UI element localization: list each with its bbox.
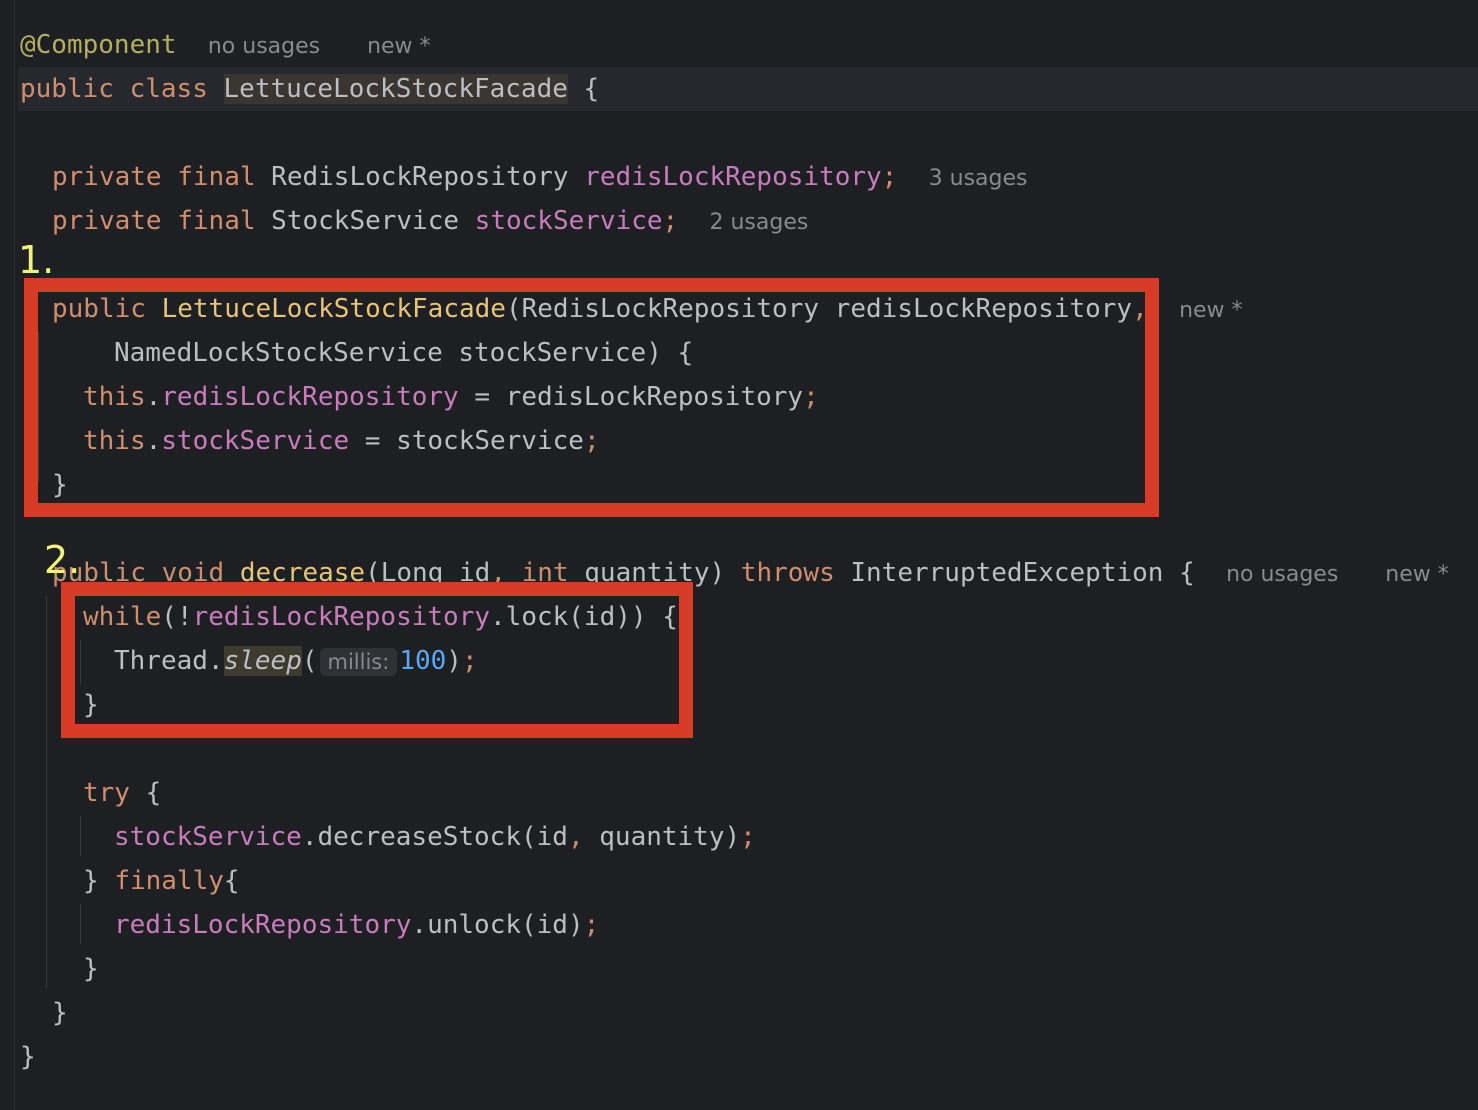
keyword-throws: throws (740, 558, 835, 588)
code-line-method-close[interactable]: } (52, 991, 68, 1035)
brace: { (129, 778, 162, 808)
author-hint[interactable]: new * (367, 34, 430, 59)
semicolon: ; (583, 910, 600, 940)
call-args: quantity) (583, 822, 741, 852)
semicolon: ; (740, 822, 756, 852)
keyword-public: public (20, 74, 114, 104)
brace: { (223, 866, 240, 896)
type-name: StockService (271, 206, 460, 236)
keyword-final: final (177, 162, 256, 192)
code-line-decrease-stock[interactable]: stockService.decreaseStock(id, quantity)… (114, 815, 756, 859)
brace: } (52, 998, 68, 1028)
code-line-annotation[interactable]: @Component no usages new * (20, 23, 431, 67)
field-ref: stockService (114, 822, 302, 852)
gutter-divider (14, 0, 15, 1110)
unlock-call: .unlock(id) (411, 910, 584, 940)
usages-hint[interactable]: 2 usages (709, 210, 808, 235)
code-line-field-1[interactable]: private final RedisLockRepository redisL… (52, 155, 1027, 199)
annotation-token: @Component (20, 30, 177, 60)
keyword-private: private (52, 162, 162, 192)
code-line-class-decl[interactable]: public class LettuceLockStockFacade { (20, 67, 599, 111)
brace: } (83, 866, 115, 896)
usages-hint[interactable]: no usages (208, 34, 320, 59)
field-name: redisLockRepository (584, 162, 882, 192)
marker-one: 1. (18, 238, 55, 282)
class-name: LettuceLockStockFacade (223, 74, 568, 104)
brace: { (583, 74, 600, 104)
keyword-final: final (177, 206, 256, 236)
indent-guide (46, 596, 47, 988)
indent-guide (80, 816, 81, 856)
code-line-unlock[interactable]: redisLockRepository.unlock(id); (114, 903, 599, 947)
keyword-class: class (129, 74, 208, 104)
code-line-finally[interactable]: } finally{ (83, 859, 240, 903)
code-line-try[interactable]: try { (83, 771, 161, 815)
highlight-box-while-loop (61, 582, 693, 738)
code-line-field-2[interactable]: private final StockService stockService;… (52, 199, 808, 243)
semicolon: ; (881, 162, 898, 192)
marker-two: 2. (44, 538, 81, 582)
field-ref: redisLockRepository (114, 910, 412, 940)
brace: } (83, 954, 99, 984)
brace: } (20, 1042, 36, 1072)
usages-hint[interactable]: no usages (1226, 562, 1338, 587)
highlight-box-constructor (24, 278, 1159, 517)
author-hint[interactable]: new * (1385, 562, 1448, 587)
keyword-finally: finally (114, 866, 224, 896)
decrease-stock-call: .decreaseStock(id (301, 822, 568, 852)
keyword-try: try (83, 778, 130, 808)
type-name: RedisLockRepository (271, 162, 569, 192)
field-name: stockService (474, 206, 663, 236)
author-hint[interactable]: new * (1179, 298, 1242, 323)
usages-hint[interactable]: 3 usages (929, 166, 1028, 191)
code-line-finally-close[interactable]: } (83, 947, 99, 991)
semicolon: ; (662, 206, 679, 236)
keyword-private: private (52, 206, 162, 236)
indent-guide (80, 904, 81, 944)
exception-type: InterruptedException { (834, 558, 1195, 588)
code-editor[interactable]: @Component no usages new * public class … (0, 0, 1478, 1110)
comma: , (567, 822, 584, 852)
code-line-class-close[interactable]: } (20, 1035, 36, 1079)
